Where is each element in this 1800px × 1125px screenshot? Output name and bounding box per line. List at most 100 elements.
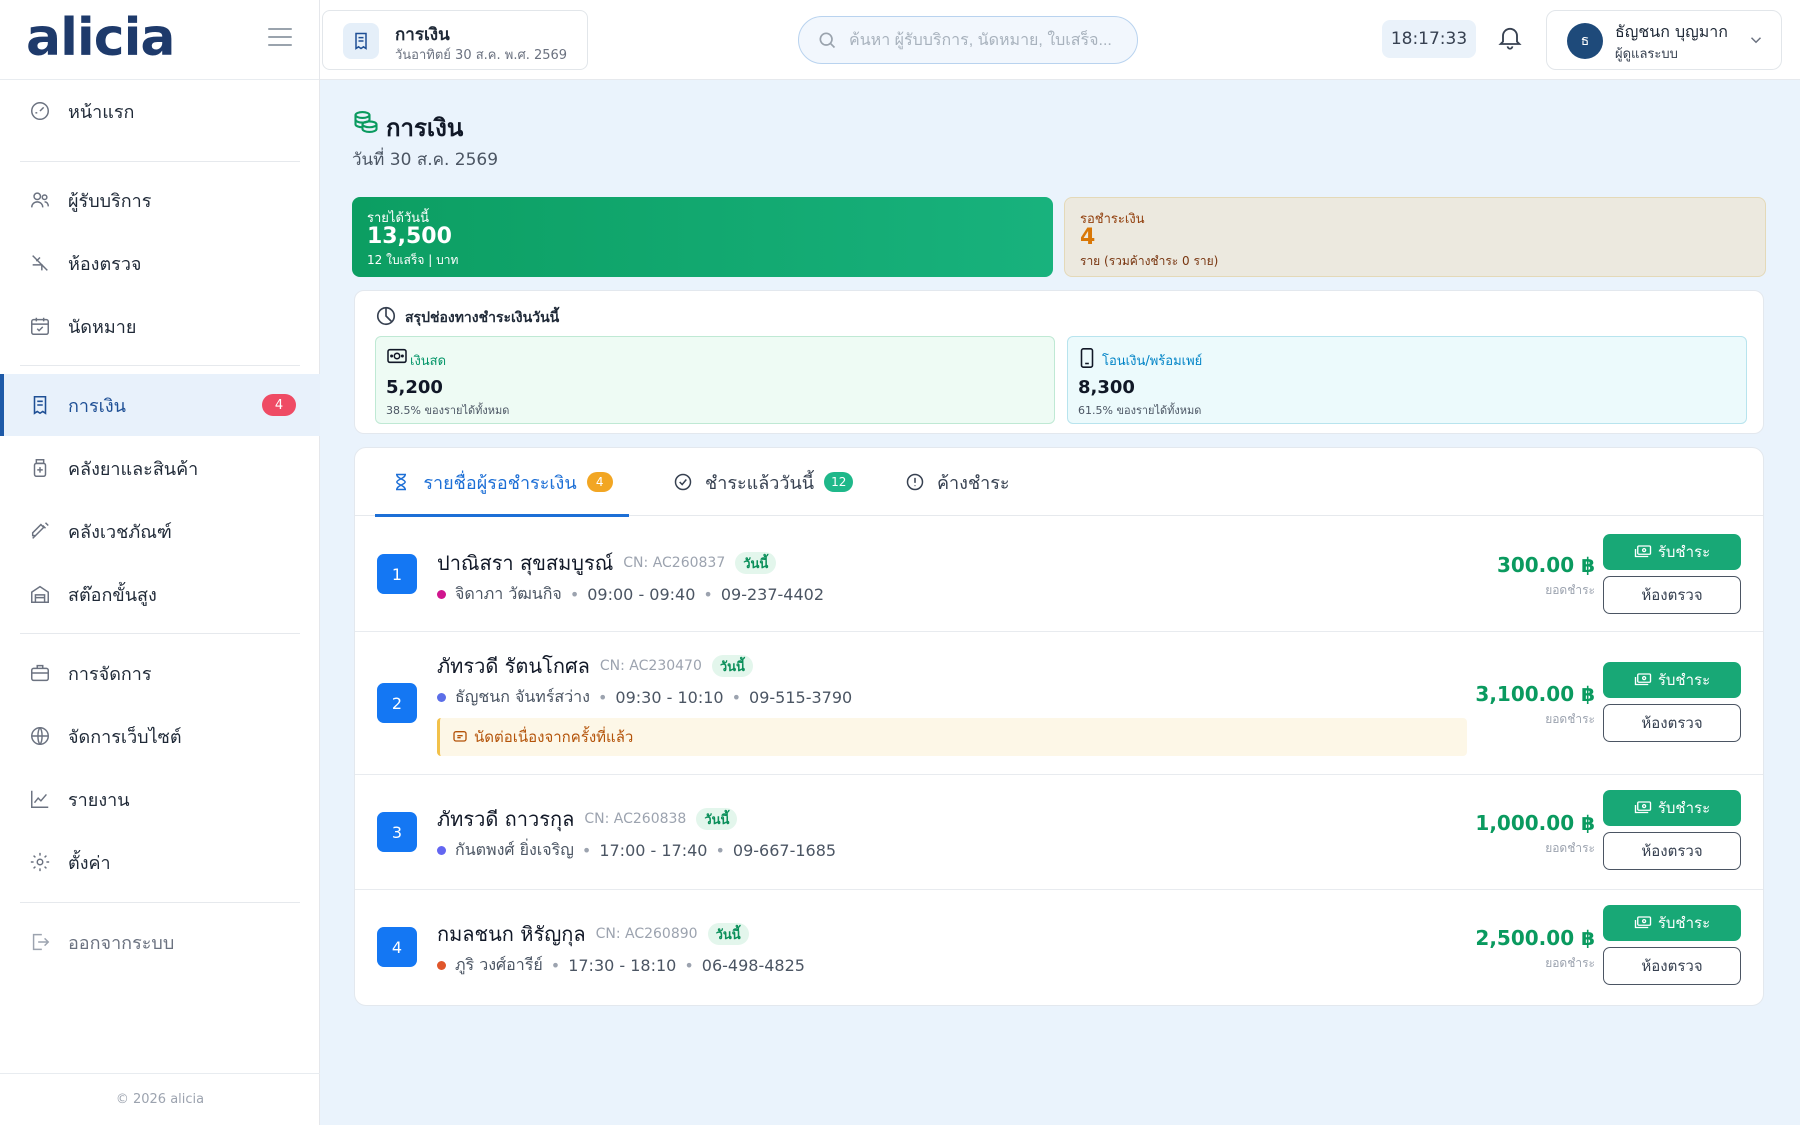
finance-count-badge: 4 bbox=[262, 394, 296, 416]
exam-room-button[interactable]: ห้องตรวจ bbox=[1603, 832, 1741, 870]
table-row[interactable]: 1 ปาณิสรา สุขสมบูรณ์ CN: AC260837 วันนี้… bbox=[355, 517, 1763, 632]
menu-toggle-icon[interactable] bbox=[268, 28, 292, 48]
user-name: ธัญชนก บุญมาก bbox=[1615, 22, 1728, 41]
table-row[interactable]: 3 ภัทรวดี ถาวรกุล CN: AC260838 วันนี้ กั… bbox=[355, 775, 1763, 890]
sidebar-item-label: การเงิน bbox=[68, 395, 126, 417]
sidebar-item-home[interactable]: หน้าแรก bbox=[0, 80, 320, 142]
appointment-note: นัดต่อเนื่องจากครั้งที่แล้ว bbox=[437, 718, 1467, 756]
doctor-color-dot bbox=[437, 846, 446, 855]
user-menu[interactable]: ธ ธัญชนก บุญมาก ผู้ดูแลระบบ bbox=[1546, 10, 1782, 70]
tab-label: ชำระแล้ววันนี้ bbox=[705, 472, 815, 494]
exam-room-button[interactable]: ห้องตรวจ bbox=[1603, 576, 1741, 614]
amount-due-label: ยอดชำระ bbox=[1545, 712, 1595, 726]
client-name-line: ภัทรวดี ถาวรกุล CN: AC260838 วันนี้ bbox=[437, 803, 738, 835]
queue-tabs: รายชื่อผู้รอชำระเงิน 4 ชำระแล้ววันนี้ 12… bbox=[355, 448, 1763, 517]
button-label: รับชำระ bbox=[1657, 799, 1711, 817]
channel-value: 8,300 bbox=[1078, 377, 1135, 398]
client-name[interactable]: ปาณิสรา สุขสมบูรณ์ bbox=[437, 547, 613, 579]
receive-payment-button[interactable]: รับชำระ bbox=[1603, 662, 1741, 698]
tab-overdue[interactable]: ค้างชำระ bbox=[905, 448, 1010, 516]
exam-room-button[interactable]: ห้องตรวจ bbox=[1603, 704, 1741, 742]
table-row[interactable]: 2 ภัทรวดี รัตนโกศล CN: AC230470 วันนี้ ธ… bbox=[355, 632, 1763, 775]
receive-payment-button[interactable]: รับชำระ bbox=[1603, 905, 1741, 941]
table-row[interactable]: 4 กมลชนก หิรัญกุล CN: AC260890 วันนี้ ภู… bbox=[355, 890, 1763, 1005]
sidebar-item-label: จัดการเว็บไซต์ bbox=[68, 726, 182, 748]
user-role: ผู้ดูแลระบบ bbox=[1615, 47, 1678, 62]
app-logo[interactable]: alicia bbox=[26, 8, 175, 68]
client-name[interactable]: กมลชนก หิรัญกุล bbox=[437, 918, 586, 950]
client-phone: 09-237-4402 bbox=[720, 585, 825, 604]
today-badge: วันนี้ bbox=[711, 655, 753, 677]
amount-due: 300.00 ฿ bbox=[1496, 553, 1595, 577]
tab-label: รายชื่อผู้รอชำระเงิน bbox=[423, 472, 577, 494]
briefcase-icon bbox=[28, 661, 52, 685]
kpi-revenue-today: รายได้วันนี้ 13,500 12 ใบเสร็จ | บาท bbox=[352, 197, 1053, 277]
search-icon bbox=[817, 30, 837, 54]
sidebar-item-label: นัดหมาย bbox=[68, 316, 137, 338]
sidebar-item-settings[interactable]: ตั้งค่า bbox=[0, 831, 320, 893]
note-text: นัดต่อเนื่องจากครั้งที่แล้ว bbox=[474, 728, 634, 746]
search-input[interactable] bbox=[849, 27, 1119, 55]
channel-label: เงินสด bbox=[410, 354, 447, 369]
amount-due-label: ยอดชำระ bbox=[1545, 583, 1595, 597]
button-label: รับชำระ bbox=[1657, 543, 1711, 561]
appointment-time: 09:30 - 10:10 bbox=[615, 688, 724, 707]
amount-due-label: ยอดชำระ bbox=[1545, 956, 1595, 970]
tab-paid-today[interactable]: ชำระแล้ววันนี้ 12 bbox=[673, 448, 854, 516]
sidebar-item-advanced-stock[interactable]: สต๊อกขั้นสูง bbox=[0, 563, 320, 625]
sidebar-item-appointments[interactable]: นัดหมาย bbox=[0, 295, 320, 357]
users-icon bbox=[28, 188, 52, 212]
sidebar-item-website[interactable]: จัดการเว็บไซต์ bbox=[0, 705, 320, 767]
doctor-name: กันตพงศ์ ยิ่งเจริญ bbox=[455, 840, 574, 859]
tab-badge: 12 bbox=[824, 472, 854, 492]
queue-number: 2 bbox=[377, 683, 417, 723]
exam-room-button[interactable]: ห้องตรวจ bbox=[1603, 947, 1741, 985]
doctor-name: ธัญชนก จันทร์สว่าง bbox=[455, 687, 590, 706]
tab-label: ค้างชำระ bbox=[937, 472, 1010, 494]
receive-payment-button[interactable]: รับชำระ bbox=[1603, 790, 1741, 826]
sidebar-item-exam-room[interactable]: ห้องตรวจ bbox=[0, 232, 320, 294]
amount-due-label: ยอดชำระ bbox=[1545, 841, 1595, 855]
payment-queue-card: รายชื่อผู้รอชำระเงิน 4 ชำระแล้ววันนี้ 12… bbox=[354, 447, 1764, 1006]
today-badge: วันนี้ bbox=[707, 923, 749, 945]
sidebar-item-management[interactable]: การจัดการ bbox=[0, 642, 320, 704]
button-label: รับชำระ bbox=[1657, 914, 1711, 932]
client-cn: CN: AC260838 bbox=[584, 811, 687, 827]
cash-icon bbox=[386, 347, 408, 369]
client-name-line: ภัทรวดี รัตนโกศล CN: AC230470 วันนี้ bbox=[437, 650, 753, 682]
client-phone: 06-498-4825 bbox=[701, 956, 805, 975]
client-cn: CN: AC230470 bbox=[599, 658, 702, 674]
sidebar-item-finance[interactable]: การเงิน 4 bbox=[0, 374, 320, 436]
sidebar-item-label: หน้าแรก bbox=[68, 101, 135, 123]
appointment-time: 09:00 - 09:40 bbox=[587, 585, 696, 604]
nav-divider bbox=[20, 902, 300, 903]
page-date: วันที่ 30 ส.ค. 2569 bbox=[352, 150, 499, 170]
receive-payment-button[interactable]: รับชำระ bbox=[1603, 534, 1741, 570]
tab-awaiting-payment[interactable]: รายชื่อผู้รอชำระเงิน 4 bbox=[375, 448, 629, 517]
client-name[interactable]: ภัทรวดี รัตนโกศล bbox=[437, 650, 590, 682]
money-icon bbox=[1634, 800, 1652, 816]
doctor-name: ภูริ วงศ์อารีย์ bbox=[455, 955, 543, 974]
tab-badge: 4 bbox=[586, 472, 613, 492]
channel-share: 61.5% ของรายได้ทั้งหมด bbox=[1078, 404, 1202, 417]
queue-number: 3 bbox=[377, 812, 417, 852]
calendar-check-icon bbox=[28, 314, 52, 338]
warehouse-icon bbox=[28, 582, 52, 606]
sidebar-item-clients[interactable]: ผู้รับบริการ bbox=[0, 169, 320, 231]
receipt-icon bbox=[28, 393, 52, 417]
client-phone: 09-667-1685 bbox=[732, 841, 837, 860]
sidebar-item-reports[interactable]: รายงาน bbox=[0, 768, 320, 830]
client-name[interactable]: ภัทรวดี ถาวรกุล bbox=[437, 803, 574, 835]
client-name-line: ปาณิสรา สุขสมบูรณ์ CN: AC260837 วันนี้ bbox=[437, 547, 777, 579]
alert-circle-icon bbox=[905, 472, 925, 492]
avatar: ธ bbox=[1567, 23, 1603, 59]
logout-icon bbox=[28, 930, 52, 954]
check-circle-icon bbox=[673, 472, 693, 492]
client-name-line: กมลชนก หิรัญกุล CN: AC260890 วันนี้ bbox=[437, 918, 749, 950]
sidebar-item-logout[interactable]: ออกจากระบบ bbox=[0, 911, 320, 973]
bell-icon[interactable] bbox=[1496, 22, 1528, 54]
payment-channel-summary: สรุปช่องทางชำระเงินวันนี้ เงินสด 5,200 3… bbox=[354, 290, 1764, 434]
sidebar-item-supplies[interactable]: คลังเวชภัณฑ์ bbox=[0, 500, 320, 562]
sidebar-item-pharmacy[interactable]: คลังยาและสินค้า bbox=[0, 437, 320, 499]
money-icon bbox=[1634, 544, 1652, 560]
